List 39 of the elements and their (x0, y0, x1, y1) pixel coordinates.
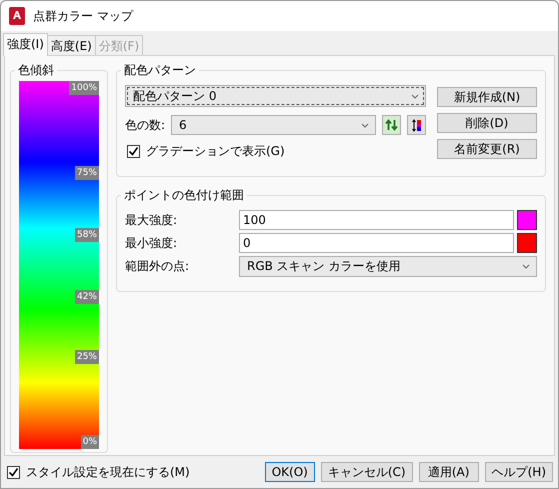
up-down-arrows-icon (385, 119, 398, 131)
percent-label: 100% (69, 81, 99, 95)
tab[interactable]: 強度(I) (3, 33, 48, 56)
color-swatch[interactable] (517, 233, 537, 253)
checkbox-label: スタイル設定を現在にする(M) (26, 464, 190, 480)
window-title: 点群カラー マップ (33, 8, 133, 24)
scheme-button[interactable]: 名前変更(R) (437, 139, 537, 159)
gradient-checkbox[interactable] (127, 145, 140, 158)
intensity-input[interactable]: 100 (239, 210, 514, 230)
out-of-range-dropdown[interactable]: RGB スキャン カラーを使用 (239, 256, 537, 277)
chevron-icon (411, 94, 419, 98)
count-dropdown[interactable]: 6 (171, 115, 376, 135)
intensity-input[interactable]: 0 (239, 233, 514, 253)
group-title: 配色パターン (123, 62, 197, 79)
chevron-icon (522, 264, 530, 269)
current-style-checkbox[interactable] (7, 466, 20, 478)
color-swatch[interactable] (517, 210, 537, 230)
field-label: 範囲外の点: (125, 258, 190, 275)
pattern-dropdown[interactable]: 配色パターン 0 (125, 85, 426, 107)
field-label: 最大強度: (125, 212, 178, 228)
dialog-button[interactable]: OK(O) (264, 462, 315, 482)
percent-label: 25% (74, 350, 99, 364)
chevron-icon (361, 122, 369, 128)
group-title: 色傾斜 (17, 62, 55, 79)
field-label: 最小強度: (125, 234, 178, 252)
app-logo-icon (9, 7, 25, 25)
dialog-button[interactable]: 適用(A) (418, 462, 479, 482)
color-order-icon (410, 118, 422, 132)
dialog-button[interactable]: ヘルプ(H) (484, 462, 553, 482)
scheme-button[interactable]: 削除(D) (437, 113, 537, 133)
percent-label: 0% (80, 435, 99, 449)
checkbox-label: グラデーションで表示(G) (146, 143, 285, 160)
tab[interactable]: 高度(E) (46, 35, 96, 55)
color-order-button[interactable] (407, 115, 426, 135)
swap-arrows-button[interactable] (382, 115, 401, 135)
field-label: 色の数: (125, 116, 165, 134)
dialog-button[interactable]: キャンセル(C) (320, 462, 413, 482)
group-title: ポイントの色付け範囲 (123, 187, 245, 204)
scheme-button[interactable]: 新規作成(N) (437, 87, 537, 107)
